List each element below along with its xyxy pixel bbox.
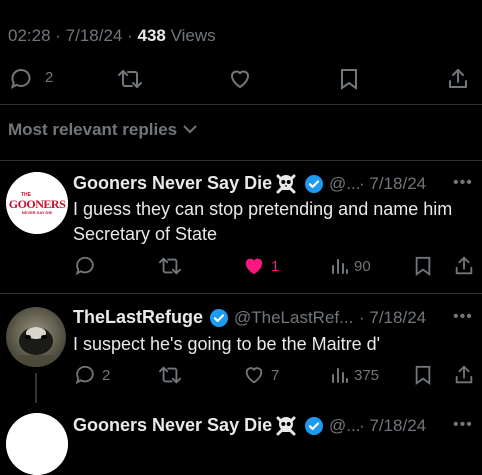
skull-crossbones-icon	[274, 172, 298, 196]
views-count: 438	[137, 26, 166, 45]
views-count: 90	[354, 258, 371, 275]
like-icon[interactable]	[228, 67, 252, 91]
views-count: 375	[354, 367, 380, 384]
skull-crossbones-icon	[274, 414, 298, 438]
share-icon[interactable]	[453, 364, 475, 386]
reply-text: I guess they can stop pretending and nam…	[73, 199, 453, 244]
share-icon[interactable]	[453, 255, 475, 277]
like-icon[interactable]	[243, 364, 265, 386]
views-label: Views	[165, 26, 216, 45]
reply-author-name[interactable]: Gooners Never Say Die	[73, 173, 272, 194]
repost-icon[interactable]	[117, 67, 143, 91]
like-count: 7	[271, 367, 280, 384]
replies-sort-dropdown[interactable]: Most relevant replies	[8, 120, 198, 140]
repost-icon[interactable]	[158, 364, 182, 386]
reply-handle[interactable]: @TheLastRef...	[234, 308, 353, 328]
reply-date[interactable]: · 7/18/24	[359, 308, 426, 328]
reply-item[interactable]: THE GOONERS NEVER SAY DIE Gooners Never …	[0, 160, 482, 294]
repost-icon[interactable]	[158, 255, 182, 277]
more-options-icon[interactable]: •••	[453, 308, 473, 326]
reply-text: I suspect he's going to be the Maitre d'	[73, 334, 381, 354]
share-icon[interactable]	[446, 67, 470, 91]
post-action-bar: 2	[0, 64, 482, 92]
post-metadata: 02:28 · 7/18/24 · 438 Views	[8, 26, 216, 46]
views-icon[interactable]	[330, 366, 348, 384]
reply-item[interactable]: TheLastRefuge @TheLastRef... · 7/18/24 •…	[0, 293, 482, 403]
thread-connector	[35, 373, 37, 403]
verified-badge-icon[interactable]	[209, 308, 229, 328]
more-options-icon[interactable]: •••	[453, 174, 473, 192]
reply-count: 2	[45, 69, 54, 86]
bookmark-icon[interactable]	[413, 364, 433, 386]
like-count: 1	[271, 258, 280, 275]
reply-icon[interactable]	[9, 67, 33, 91]
replies-sort-label: Most relevant replies	[8, 120, 178, 139]
post-date[interactable]: 7/18/24	[66, 26, 123, 45]
reply-date[interactable]: · 7/18/24	[359, 416, 426, 436]
verified-badge-icon[interactable]	[304, 416, 324, 436]
more-options-icon[interactable]: •••	[453, 416, 473, 434]
reply-count: 2	[102, 367, 111, 384]
reply-item[interactable]: Gooners Never Say Die @... · 7/18/24 •••	[0, 403, 482, 475]
separator: ·	[50, 26, 66, 45]
reply-icon[interactable]	[74, 364, 96, 386]
reply-handle[interactable]: @...	[329, 174, 360, 194]
like-icon-filled[interactable]	[243, 255, 265, 277]
views-icon[interactable]	[330, 257, 348, 275]
reply-author-name[interactable]: Gooners Never Say Die	[73, 415, 272, 436]
divider	[0, 104, 482, 105]
separator: ·	[122, 26, 138, 45]
reply-handle[interactable]: @...	[329, 416, 360, 436]
chevron-down-icon	[182, 123, 198, 135]
reply-author-name[interactable]: TheLastRefuge	[73, 307, 203, 328]
reply-icon[interactable]	[74, 255, 96, 277]
avatar[interactable]: THE GOONERS NEVER SAY DIE	[6, 172, 68, 234]
bookmark-icon[interactable]	[338, 67, 360, 91]
avatar[interactable]	[6, 413, 68, 475]
post-time: 02:28	[8, 26, 51, 45]
bookmark-icon[interactable]	[413, 255, 433, 277]
avatar-sub-text: NEVER SAY DIE	[21, 210, 53, 215]
reply-date[interactable]: · 7/18/24	[359, 174, 426, 194]
avatar[interactable]	[6, 307, 66, 367]
verified-badge-icon[interactable]	[304, 174, 324, 194]
